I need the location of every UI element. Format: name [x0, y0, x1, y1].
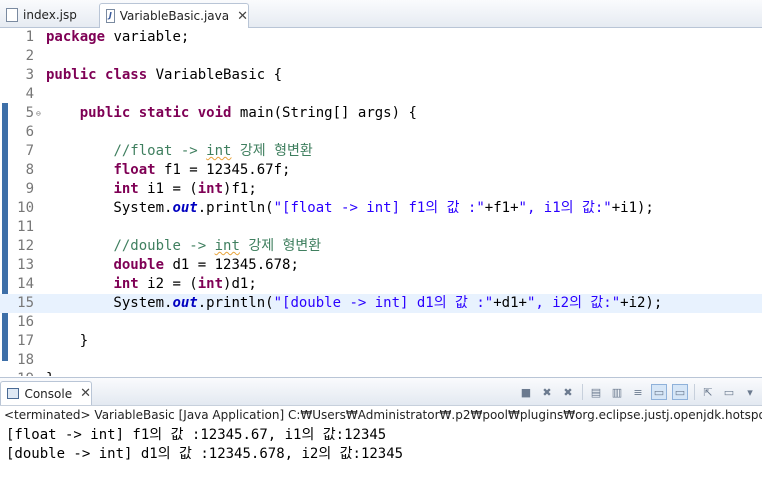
- code-line[interactable]: 12 //double -> int 강제 형변환: [0, 237, 762, 256]
- console-output-line: [float -> int] f1의 값 :12345.67, i1의 값:12…: [6, 427, 387, 443]
- code-text: //double -> int 강제 형변환: [113, 238, 322, 254]
- clear-console-icon[interactable]: ▤: [588, 384, 604, 400]
- line-number: 10: [17, 200, 34, 216]
- show-on-stderr-icon[interactable]: ▭: [672, 384, 688, 400]
- remove-all-terminated-icon[interactable]: ✖: [560, 384, 576, 400]
- toolbar-separator: [582, 384, 583, 400]
- jsp-file-icon: [6, 8, 18, 22]
- console-output-line: [double -> int] d1의 값 :12345.678, i2의 값:…: [6, 446, 404, 462]
- code-line[interactable]: 15 System.out.println("[double -> int] d…: [0, 294, 762, 313]
- line-number: 7: [25, 143, 34, 159]
- code-line[interactable]: 7 //float -> int 강제 형변환: [0, 142, 762, 161]
- code-text: }: [46, 333, 89, 349]
- code-text: double d1 = 12345.678;: [113, 257, 299, 273]
- code-line[interactable]: 17 }: [0, 332, 762, 351]
- code-line[interactable]: 2: [0, 47, 762, 66]
- code-line[interactable]: 9 int i1 = (int)f1;: [0, 180, 762, 199]
- line-number: 19: [8, 370, 34, 376]
- code-text: System.out.println("[float -> int] f1의 값…: [46, 200, 654, 216]
- tab-variablebasic-java[interactable]: J VariableBasic.java ✕: [99, 3, 249, 28]
- line-number: 15: [17, 295, 34, 311]
- code-line[interactable]: 8 float f1 = 12345.67f;: [0, 161, 762, 180]
- code-text: public class VariableBasic {: [46, 67, 283, 83]
- toolbar-separator: [694, 384, 695, 400]
- line-number: 17: [17, 333, 34, 349]
- console-tab-label: Console: [24, 386, 73, 401]
- dropdown-icon[interactable]: ▾: [742, 384, 758, 400]
- line-number: 1: [25, 29, 34, 45]
- console-view: Console ✕ ■ ✖ ✖ ▤ ▥ ≡ ▭ ▭ ⇱ ▭ ▾ <termina…: [0, 377, 762, 498]
- code-text: int i2 = (int)d1;: [113, 276, 257, 292]
- line-number: 2: [25, 48, 34, 64]
- code-line[interactable]: 19}: [0, 370, 762, 376]
- close-icon[interactable]: ✕: [237, 9, 248, 24]
- pin-console-icon[interactable]: ⇱: [700, 384, 716, 400]
- code-line[interactable]: 1 package variable;: [0, 28, 762, 47]
- line-number: 12: [17, 238, 34, 254]
- remove-launch-icon[interactable]: ✖: [539, 384, 555, 400]
- line-number: 8: [25, 162, 34, 178]
- tab-label: index.jsp: [23, 8, 77, 22]
- tab-console[interactable]: Console ✕: [0, 381, 92, 405]
- scroll-lock-icon[interactable]: ▥: [609, 384, 625, 400]
- code-editor[interactable]: 1 package variable; 2 3 public class Variabl…: [0, 28, 762, 376]
- line-number: 18: [17, 352, 34, 368]
- code-text: //float -> int 강제 형변환: [113, 143, 313, 159]
- tab-label: VariableBasic.java: [119, 9, 230, 23]
- code-line[interactable]: 10 System.out.println("[float -> int] f1…: [0, 199, 762, 218]
- line-number: 9: [25, 181, 34, 197]
- fold-collapse-icon[interactable]: ⊖: [36, 104, 41, 123]
- java-file-icon: J: [106, 9, 115, 23]
- code-text: }: [46, 370, 54, 376]
- code-line[interactable]: 11: [0, 218, 762, 237]
- show-on-stdout-icon[interactable]: ▭: [651, 384, 667, 400]
- close-icon[interactable]: ✕: [80, 386, 91, 401]
- code-line[interactable]: 6: [0, 123, 762, 142]
- line-number: 11: [17, 219, 34, 235]
- console-toolbar: ■ ✖ ✖ ▤ ▥ ≡ ▭ ▭ ⇱ ▭ ▾: [513, 384, 758, 400]
- line-number: 6: [25, 124, 34, 140]
- tab-index-jsp[interactable]: index.jsp: [0, 3, 96, 27]
- code-line[interactable]: 13 double d1 = 12345.678;: [0, 256, 762, 275]
- code-text: System.out.println("[double -> int] d1의 …: [46, 295, 663, 311]
- code-line[interactable]: 5 ⊖ public static void main(String[] args…: [0, 104, 762, 123]
- code-text: public static void main(String[] args) {: [79, 105, 417, 121]
- line-number: 13: [17, 257, 34, 273]
- code-text: package variable;: [46, 29, 190, 45]
- code-line[interactable]: 4: [0, 85, 762, 104]
- line-number: 14: [17, 276, 34, 292]
- editor-tab-bar: index.jsp J VariableBasic.java ✕: [0, 0, 762, 28]
- code-text: int i1 = (int)f1;: [113, 181, 257, 197]
- code-line[interactable]: 18: [0, 351, 762, 370]
- line-number: 16: [17, 314, 34, 330]
- console-status: <terminated> VariableBasic [Java Applica…: [4, 408, 762, 422]
- code-text: float f1 = 12345.67f;: [113, 162, 291, 178]
- display-console-icon[interactable]: ▭: [721, 384, 737, 400]
- code-line[interactable]: 14 int i2 = (int)d1;: [0, 275, 762, 294]
- code-line[interactable]: 3 public class VariableBasic {: [0, 66, 762, 85]
- terminate-icon[interactable]: ■: [518, 384, 534, 400]
- word-wrap-icon[interactable]: ≡: [630, 384, 646, 400]
- line-number: 3: [25, 67, 34, 83]
- code-line[interactable]: 16: [0, 313, 762, 332]
- line-number: 5: [25, 105, 34, 121]
- console-icon: [7, 388, 20, 399]
- console-tab-bar: Console ✕ ■ ✖ ✖ ▤ ▥ ≡ ▭ ▭ ⇱ ▭ ▾: [0, 378, 762, 406]
- line-number: 4: [25, 86, 34, 102]
